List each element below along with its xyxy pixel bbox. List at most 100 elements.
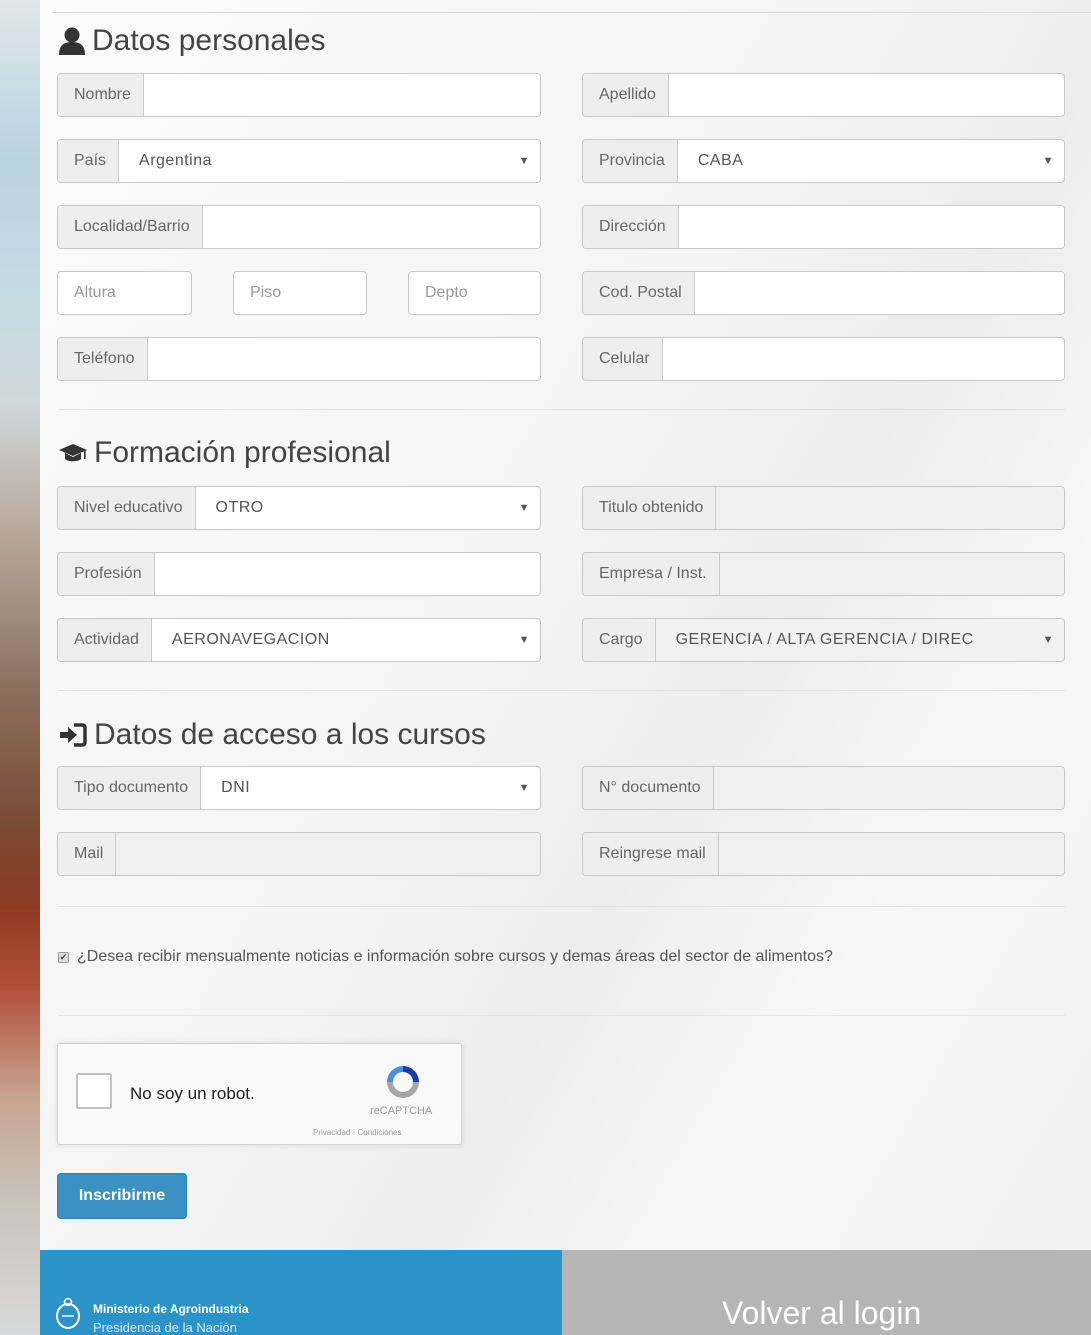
telefono-field[interactable]: Teléfono	[57, 337, 541, 381]
codpostal-input[interactable]	[694, 272, 1064, 314]
direccion-field[interactable]: Dirección	[582, 205, 1065, 249]
section-title-text: Datos de acceso a los cursos	[94, 718, 486, 751]
piso-input[interactable]: Piso	[233, 271, 367, 315]
tipo-doc-value: DNI	[221, 779, 251, 796]
divider	[58, 906, 1065, 907]
nombre-input[interactable]	[143, 74, 540, 116]
recaptcha-brand: reCAPTCHA	[370, 1105, 433, 1117]
profesion-input[interactable]	[154, 553, 540, 595]
graduation-cap-icon	[58, 441, 88, 465]
actividad-select[interactable]: Actividad AERONAVEGACION ▼	[57, 618, 541, 662]
nro-doc-input[interactable]	[713, 767, 1064, 809]
cargo-select[interactable]: Cargo GERENCIA / ALTA GERENCIA / DIREC ▼	[582, 618, 1065, 662]
mail-input[interactable]	[116, 833, 540, 875]
actividad-value: AERONAVEGACION	[171, 631, 330, 648]
altura-input[interactable]: Altura	[57, 271, 192, 315]
celular-label: Celular	[583, 338, 663, 380]
profesion-field[interactable]: Profesión	[57, 552, 541, 596]
localidad-label: Localidad/Barrio	[58, 206, 203, 248]
nivel-educativo-select[interactable]: Nivel educativo OTRO ▼	[57, 486, 541, 530]
pais-label: País	[58, 140, 120, 182]
depto-input[interactable]: Depto	[408, 271, 541, 315]
pais-select[interactable]: País Argentina ▼	[57, 139, 541, 183]
nro-documento-field[interactable]: N° documento	[582, 766, 1065, 810]
section-title-training: Formación profesional	[58, 436, 391, 470]
actividad-dropdown[interactable]: AERONAVEGACION ▼	[152, 619, 540, 661]
nivel-label: Nivel educativo	[58, 487, 196, 529]
back-to-login-label: Volver al login	[722, 1295, 922, 1331]
provincia-dropdown[interactable]: CABA ▼	[678, 140, 1064, 182]
tipo-doc-dropdown[interactable]: DNI ▼	[201, 767, 540, 809]
empresa-label: Empresa / Inst.	[583, 553, 720, 595]
codpostal-label: Cod. Postal	[583, 272, 695, 314]
localidad-input[interactable]	[202, 206, 540, 248]
section-title-access: Datos de acceso a los cursos	[58, 718, 486, 752]
titulo-input[interactable]	[716, 487, 1064, 529]
recaptcha-terms-link[interactable]: Privacidad - Condiciones	[313, 1128, 402, 1137]
provincia-value: CABA	[697, 152, 744, 169]
inscribirme-button[interactable]: Inscribirme	[57, 1173, 187, 1219]
direccion-label: Dirección	[583, 206, 679, 248]
celular-field[interactable]: Celular	[582, 337, 1065, 381]
footer-ministry: Ministerio de Agroindustria Presidencia …	[40, 1250, 562, 1335]
titulo-label: Titulo obtenido	[583, 487, 717, 529]
nivel-value: OTRO	[215, 499, 264, 516]
pais-value: Argentina	[139, 152, 213, 169]
profesion-label: Profesión	[58, 553, 155, 595]
provincia-label: Provincia	[583, 140, 678, 182]
caret-down-icon: ▼	[1042, 634, 1054, 646]
sign-in-icon	[58, 722, 88, 748]
cargo-value: GERENCIA / ALTA GERENCIA / DIREC	[675, 631, 974, 648]
recaptcha-label: No soy un robot.	[130, 1084, 255, 1103]
titulo-field[interactable]: Titulo obtenido	[582, 486, 1065, 530]
nombre-label: Nombre	[58, 74, 144, 116]
reingrese-input[interactable]	[718, 833, 1064, 875]
caret-down-icon: ▼	[518, 155, 530, 167]
newsletter-checkbox[interactable]: ✔	[58, 951, 69, 963]
empresa-field[interactable]: Empresa / Inst.	[582, 552, 1065, 596]
apellido-field[interactable]: Apellido	[582, 73, 1065, 117]
caret-down-icon: ▼	[518, 634, 530, 646]
localidad-field[interactable]: Localidad/Barrio	[57, 205, 541, 249]
caret-down-icon: ▼	[518, 502, 530, 514]
cargo-dropdown[interactable]: GERENCIA / ALTA GERENCIA / DIREC ▼	[656, 619, 1064, 661]
recaptcha-logo-icon	[383, 1062, 423, 1107]
reingrese-mail-field[interactable]: Reingrese mail	[582, 832, 1065, 876]
divider	[58, 1015, 1065, 1016]
recaptcha-widget: No soy un robot. reCAPTCHA Privacidad - …	[57, 1043, 462, 1145]
direccion-input[interactable]	[678, 206, 1064, 248]
reingrese-label: Reingrese mail	[583, 833, 719, 875]
caret-down-icon: ▼	[518, 782, 530, 794]
nivel-dropdown[interactable]: OTRO ▼	[196, 487, 541, 529]
ministry-name: Ministerio de Agroindustria	[93, 1302, 249, 1316]
newsletter-row[interactable]: ✔ ¿Desea recibir mensualmente noticias e…	[58, 948, 833, 966]
background-photo-strip	[0, 0, 40, 1335]
tipo-documento-select[interactable]: Tipo documento DNI ▼	[57, 766, 541, 810]
nombre-field[interactable]: Nombre	[57, 73, 541, 117]
section-title-text: Formación profesional	[94, 436, 391, 469]
apellido-label: Apellido	[583, 74, 669, 116]
top-border	[52, 12, 1091, 13]
apellido-input[interactable]	[668, 74, 1064, 116]
section-title-text: Datos personales	[92, 24, 326, 57]
user-icon	[58, 26, 86, 56]
telefono-input[interactable]	[147, 338, 540, 380]
presidency-name: Presidencia de la Nación	[93, 1320, 237, 1335]
national-seal-icon	[53, 1296, 83, 1335]
mail-field[interactable]: Mail	[57, 832, 541, 876]
provincia-select[interactable]: Provincia CABA ▼	[582, 139, 1065, 183]
tipo-doc-label: Tipo documento	[58, 767, 202, 809]
actividad-label: Actividad	[58, 619, 152, 661]
back-to-login-button[interactable]: Volver al login	[562, 1250, 1091, 1335]
empresa-input[interactable]	[719, 553, 1064, 595]
recaptcha-checkbox[interactable]	[76, 1073, 112, 1109]
divider	[58, 409, 1065, 410]
celular-input[interactable]	[662, 338, 1064, 380]
newsletter-label: ¿Desea recibir mensualmente noticias e i…	[77, 948, 833, 965]
divider	[58, 690, 1065, 691]
mail-label: Mail	[58, 833, 117, 875]
codpostal-field[interactable]: Cod. Postal	[582, 271, 1065, 315]
pais-dropdown[interactable]: Argentina ▼	[119, 140, 540, 182]
caret-down-icon: ▼	[1042, 155, 1054, 167]
section-title-personal: Datos personales	[58, 24, 325, 58]
